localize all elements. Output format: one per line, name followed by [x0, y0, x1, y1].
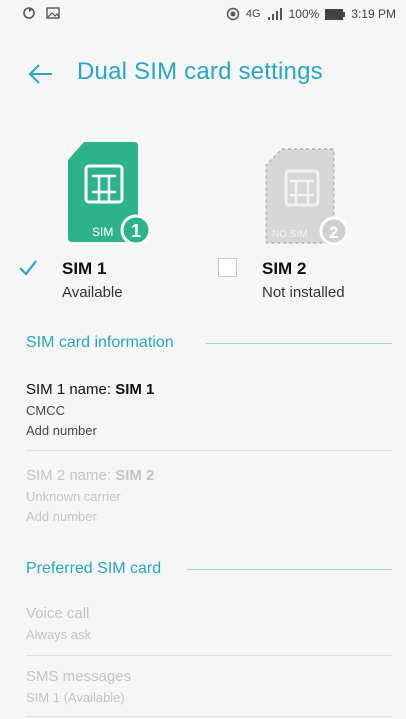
- sms-title: SMS messages: [26, 668, 132, 685]
- sync-icon: [23, 7, 35, 19]
- battery-icon: [325, 8, 346, 20]
- sim2-card-icon[interactable]: NO SIM 2: [262, 145, 352, 245]
- sim2-badge-label: NO SIM: [272, 229, 308, 240]
- sim1-name-value: SIM 1: [115, 381, 155, 398]
- back-arrow-icon[interactable]: [26, 59, 56, 89]
- sms-messages-item: SMS messages SIM 1 (Available): [26, 668, 392, 705]
- status-right: 4G 100% 3:19 PM: [226, 7, 396, 21]
- sim1-label: SIM 1: [62, 259, 107, 278]
- voice-call-title: Voice call: [26, 605, 90, 622]
- voice-call-item: Voice call Always ask: [26, 605, 392, 642]
- status-left-icons: [22, 6, 60, 20]
- signal-icon: [267, 8, 282, 20]
- sim2-carrier: Unknown carrier: [26, 489, 121, 504]
- preferred-heading: Preferred SIM card: [26, 560, 162, 577]
- sim1-badge-label: SIM: [92, 225, 113, 239]
- sim2-name-label: SIM 2 name:: [26, 467, 116, 484]
- image-icon: [46, 7, 60, 19]
- status-bar: 4G 100% 3:19 PM: [0, 0, 406, 28]
- sms-value: SIM 1 (Available): [26, 690, 125, 705]
- sim-info-heading-rule: [206, 343, 392, 344]
- sim1-name-item[interactable]: SIM 1 name: SIM 1 CMCC Add number: [26, 381, 392, 438]
- sim2-name-value: SIM 2: [115, 467, 155, 484]
- divider: [26, 450, 392, 451]
- divider: [26, 655, 392, 656]
- clock: 3:19 PM: [351, 7, 396, 21]
- voice-call-value: Always ask: [26, 627, 92, 642]
- sim1-checkbox[interactable]: [18, 258, 38, 278]
- sim1-status: Available: [62, 284, 123, 301]
- sim1-number: Add number: [26, 423, 97, 438]
- sim1-badge-number: 1: [131, 221, 141, 241]
- sim2-status: Not installed: [262, 284, 345, 301]
- sim2-badge-number: 2: [329, 223, 338, 242]
- sim2-name-item: SIM 2 name: SIM 2 Unknown carrier Add nu…: [26, 467, 392, 524]
- do-not-disturb-icon: [226, 7, 240, 21]
- app-bar: Dual SIM card settings: [0, 50, 406, 100]
- preferred-heading-rule: [186, 569, 392, 570]
- sim2-checkbox[interactable]: [218, 258, 237, 277]
- sim-info-heading: SIM card information: [26, 334, 174, 351]
- network-type: 4G: [245, 8, 261, 20]
- divider: [26, 716, 392, 717]
- sim1-card-icon[interactable]: SIM 1: [62, 140, 150, 244]
- sim2-label: SIM 2: [262, 259, 307, 278]
- battery-percent: 100%: [288, 7, 320, 21]
- sim2-number: Add number: [26, 509, 97, 524]
- sim1-name-label: SIM 1 name:: [26, 381, 116, 398]
- page-title: Dual SIM card settings: [77, 58, 323, 85]
- sim1-carrier: CMCC: [26, 403, 65, 418]
